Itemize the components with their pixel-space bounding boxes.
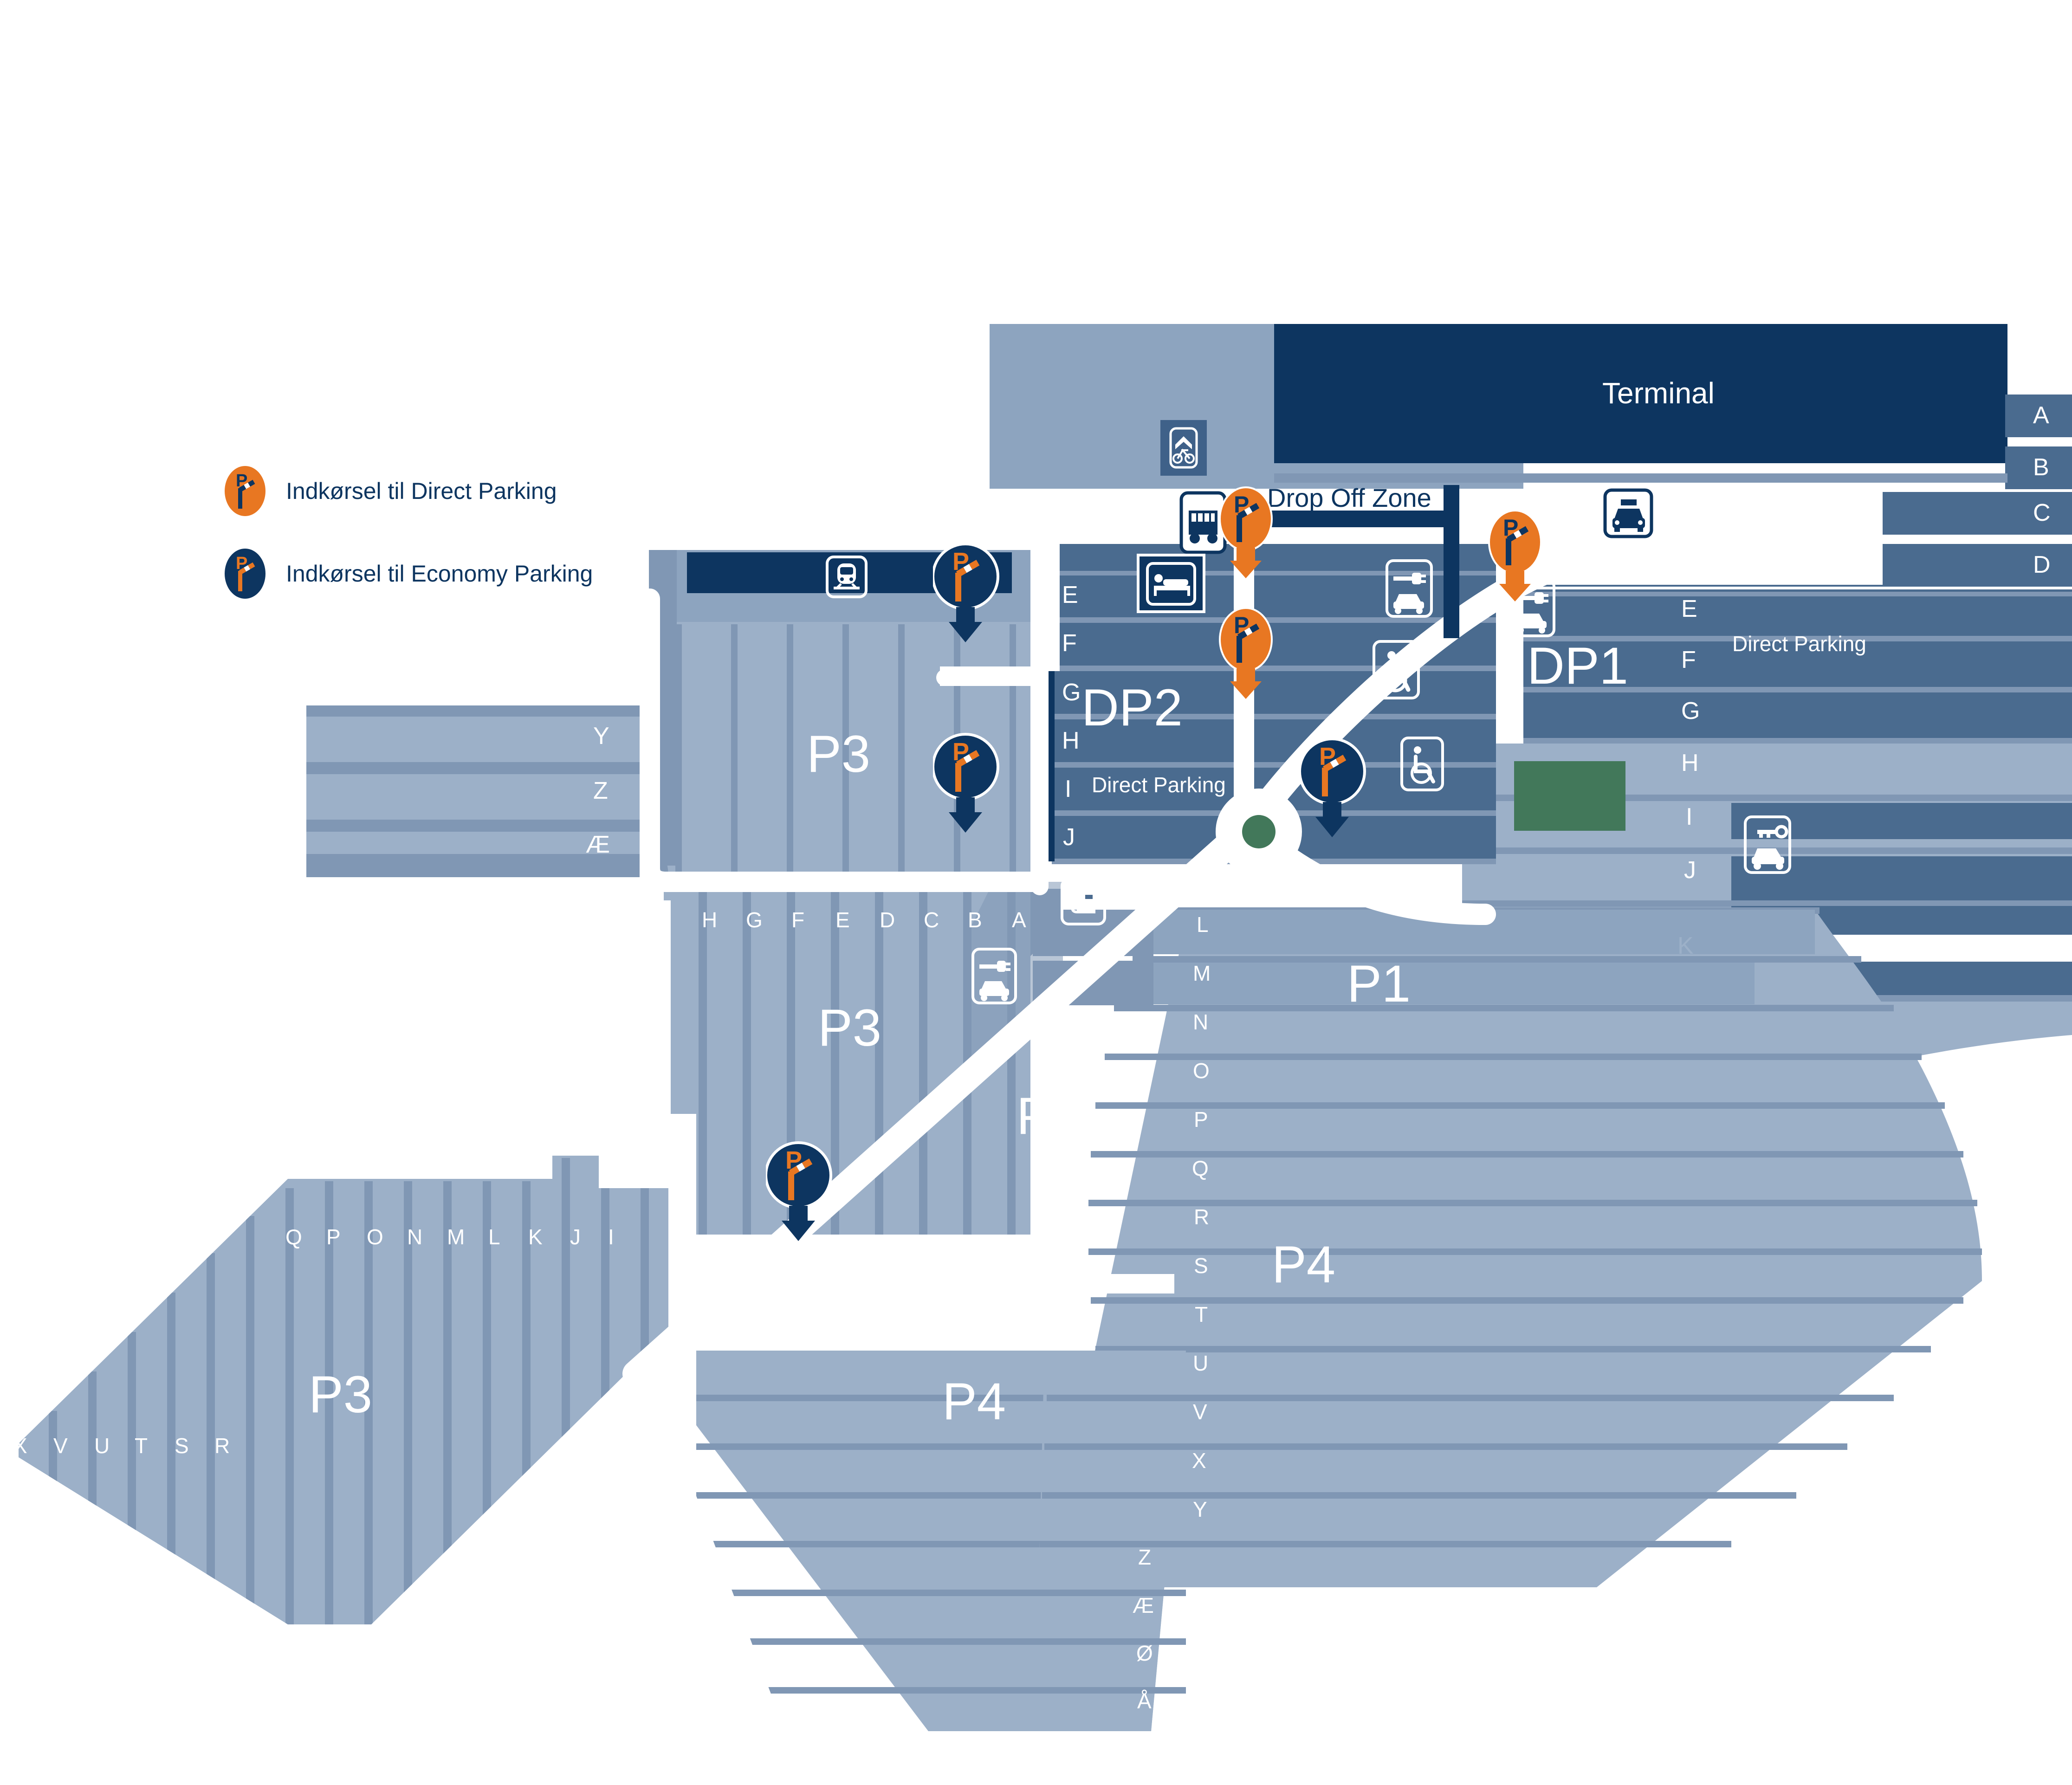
legend-label-direct: Indkørsel til Direct Parking (286, 478, 557, 504)
legend-label-economy: Indkørsel til Economy Parking (286, 561, 593, 587)
map-pin-direct-3[interactable]: P (1485, 506, 1560, 610)
map-pin-economy-3[interactable]: P (1298, 733, 1379, 847)
bike-parking-icon (1160, 420, 1207, 476)
parking-barrier-icon: P (1298, 737, 1366, 837)
hotel-bed-icon (1137, 554, 1205, 613)
parking-barrier-icon: P (932, 733, 999, 833)
parking-barrier-icon: P (225, 549, 265, 599)
row-strip-d (1882, 544, 2072, 587)
map-pin-economy-2[interactable]: P (932, 729, 1012, 842)
terminal-building (1274, 324, 2007, 463)
map-pin-economy-4[interactable]: P (764, 1137, 845, 1251)
roundabout (1216, 789, 1302, 875)
parking-barrier-icon: P (225, 466, 265, 516)
row-strip-c (1882, 492, 2072, 535)
p4-lower-lot (640, 1351, 1186, 1731)
green-area (1514, 761, 1625, 831)
airport-parking-map (0, 324, 2072, 1785)
map-pin-direct-2[interactable]: P (1216, 603, 1290, 708)
taxi-icon (1603, 488, 1653, 538)
parking-barrier-icon: P (1219, 607, 1273, 699)
map-pin-direct-1[interactable]: P (1216, 483, 1290, 587)
map-legend: P Indkørsel til Direct Parking P Indkørs… (223, 464, 593, 629)
parking-barrier-icon: P (1219, 486, 1273, 578)
parking-barrier-icon: P (932, 543, 999, 642)
parking-barrier-icon: P (1488, 510, 1542, 601)
parking-barrier-icon: P (764, 1141, 832, 1241)
row-strip-a (2005, 395, 2072, 437)
parking-map-page: P Indkørsel til Direct Parking P Indkørs… (0, 0, 2072, 1785)
row-strip-b (2005, 446, 2072, 489)
legend-item-direct[interactable]: P Indkørsel til Direct Parking (223, 464, 593, 518)
map-pin-economy-1[interactable]: P (932, 538, 1012, 652)
legend-item-economy[interactable]: P Indkørsel til Economy Parking (223, 547, 593, 601)
drop-off-zone-label: Drop Off Zone (1267, 483, 1431, 512)
